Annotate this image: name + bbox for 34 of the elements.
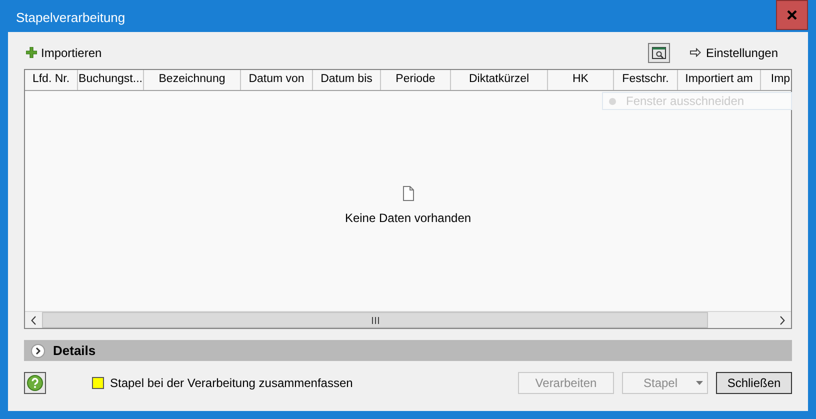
column-header[interactable]: Diktatkürzel bbox=[451, 70, 548, 90]
close-icon bbox=[787, 10, 797, 20]
scrollbar-thumb[interactable] bbox=[42, 312, 708, 328]
scroll-right-icon bbox=[780, 316, 785, 324]
settings-button[interactable]: Einstellungen bbox=[690, 44, 778, 62]
help-button[interactable] bbox=[24, 372, 46, 394]
column-header[interactable]: HK bbox=[548, 70, 614, 90]
grip-icon bbox=[372, 316, 378, 324]
column-header[interactable]: Imp bbox=[761, 70, 791, 90]
column-header[interactable]: Buchungst... bbox=[78, 70, 144, 90]
column-header[interactable]: Periode bbox=[381, 70, 451, 90]
details-bar[interactable]: Details bbox=[24, 340, 792, 361]
arrow-right-icon bbox=[690, 48, 701, 57]
action-button[interactable]: Schließen bbox=[716, 372, 792, 394]
column-header[interactable]: Datum von bbox=[241, 70, 313, 90]
column-header[interactable]: Festschr. bbox=[614, 70, 678, 90]
column-header[interactable]: Lfd. Nr. bbox=[25, 70, 78, 90]
window-capture-button[interactable] bbox=[648, 42, 670, 62]
column-header[interactable]: Importiert am bbox=[678, 70, 761, 90]
help-icon bbox=[27, 375, 43, 391]
empty-message: Keine Daten vorhanden bbox=[344, 210, 472, 226]
column-header[interactable]: Datum bis bbox=[313, 70, 381, 90]
window-title: Stapelverarbeitung bbox=[16, 9, 126, 27]
dropdown-caret-icon bbox=[696, 381, 703, 385]
horizontal-scrollbar[interactable] bbox=[25, 311, 791, 328]
merge-option-checkbox[interactable]: Stapel bei der Verarbeitung zusammenfassen bbox=[92, 374, 353, 392]
plus-icon bbox=[26, 47, 37, 58]
document-icon bbox=[402, 186, 414, 200]
expand-chevron-icon bbox=[31, 344, 45, 358]
scroll-left-icon bbox=[31, 316, 36, 324]
window-search-icon bbox=[652, 46, 666, 58]
close-button[interactable] bbox=[776, 0, 808, 30]
import-button[interactable]: Importieren bbox=[26, 44, 102, 62]
column-header[interactable]: Bezeichnung bbox=[144, 70, 241, 90]
